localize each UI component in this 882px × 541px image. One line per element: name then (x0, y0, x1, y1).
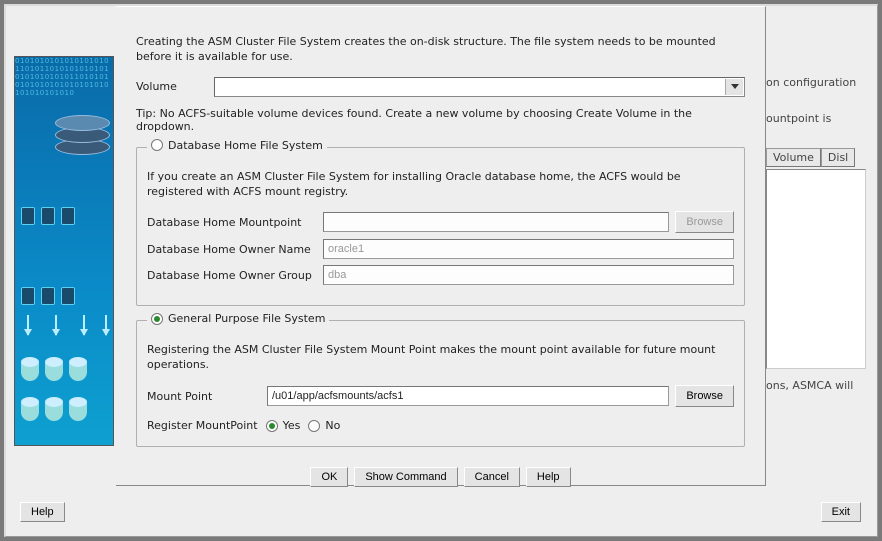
db-owner-name-input[interactable] (323, 239, 734, 259)
gp-mountpoint-browse-button[interactable]: Browse (675, 385, 734, 407)
register-yes-label: Yes (283, 419, 301, 432)
general-purpose-group: General Purpose File System Registering … (136, 320, 745, 447)
help-button[interactable]: Help (20, 502, 65, 522)
ok-button[interactable]: OK (310, 467, 348, 487)
db-mountpoint-input[interactable] (323, 212, 669, 232)
register-yes-radio[interactable] (266, 420, 278, 432)
create-acfs-dialog: Creating the ASM Cluster File System cre… (116, 6, 766, 486)
main-window: 0101010101010101010110101101010101010101… (4, 4, 878, 537)
gp-mountpoint-label: Mount Point (147, 390, 267, 403)
background-listbox[interactable] (766, 169, 866, 369)
volume-label: Volume (136, 80, 214, 93)
db-mountpoint-label: Database Home Mountpoint (147, 216, 323, 229)
dialog-button-bar: OK Show Command Cancel Help (136, 467, 745, 487)
bg-text: on configuration (766, 76, 863, 90)
volume-dropdown[interactable] (214, 77, 745, 97)
db-owner-group-label: Database Home Owner Group (147, 269, 323, 282)
bg-text: ons, ASMCA will (766, 379, 863, 393)
dialog-intro: Creating the ASM Cluster File System cre… (136, 35, 745, 65)
register-no-label: No (325, 419, 340, 432)
general-purpose-legend: General Purpose File System (168, 312, 325, 325)
register-mountpoint-label: Register MountPoint (147, 419, 258, 432)
gp-mountpoint-input[interactable] (267, 386, 669, 406)
bg-text: ountpoint is (766, 112, 863, 126)
dialog-help-button[interactable]: Help (526, 467, 571, 487)
general-purpose-radio[interactable] (151, 313, 163, 325)
register-no-radio[interactable] (308, 420, 320, 432)
db-owner-name-label: Database Home Owner Name (147, 243, 323, 256)
chevron-down-icon[interactable] (725, 79, 743, 95)
sidebar-graphic: 0101010101010101010110101101010101010101… (14, 56, 114, 446)
general-purpose-desc: Registering the ASM Cluster File System … (147, 343, 734, 373)
database-home-desc: If you create an ASM Cluster File System… (147, 170, 734, 200)
volume-tip: Tip: No ACFS-suitable volume devices fou… (136, 107, 745, 133)
exit-button[interactable]: Exit (821, 502, 861, 522)
background-content: on configuration ountpoint is VolumeDisl… (766, 76, 863, 401)
db-owner-group-input[interactable] (323, 265, 734, 285)
database-home-group: Database Home File System If you create … (136, 147, 745, 307)
database-home-radio[interactable] (151, 139, 163, 151)
show-command-button[interactable]: Show Command (354, 467, 457, 487)
table-header-volume[interactable]: Volume (766, 148, 821, 167)
cancel-button[interactable]: Cancel (464, 467, 520, 487)
database-home-legend: Database Home File System (168, 139, 323, 152)
table-header-disk[interactable]: Disl (821, 148, 855, 167)
db-mountpoint-browse-button: Browse (675, 211, 734, 233)
